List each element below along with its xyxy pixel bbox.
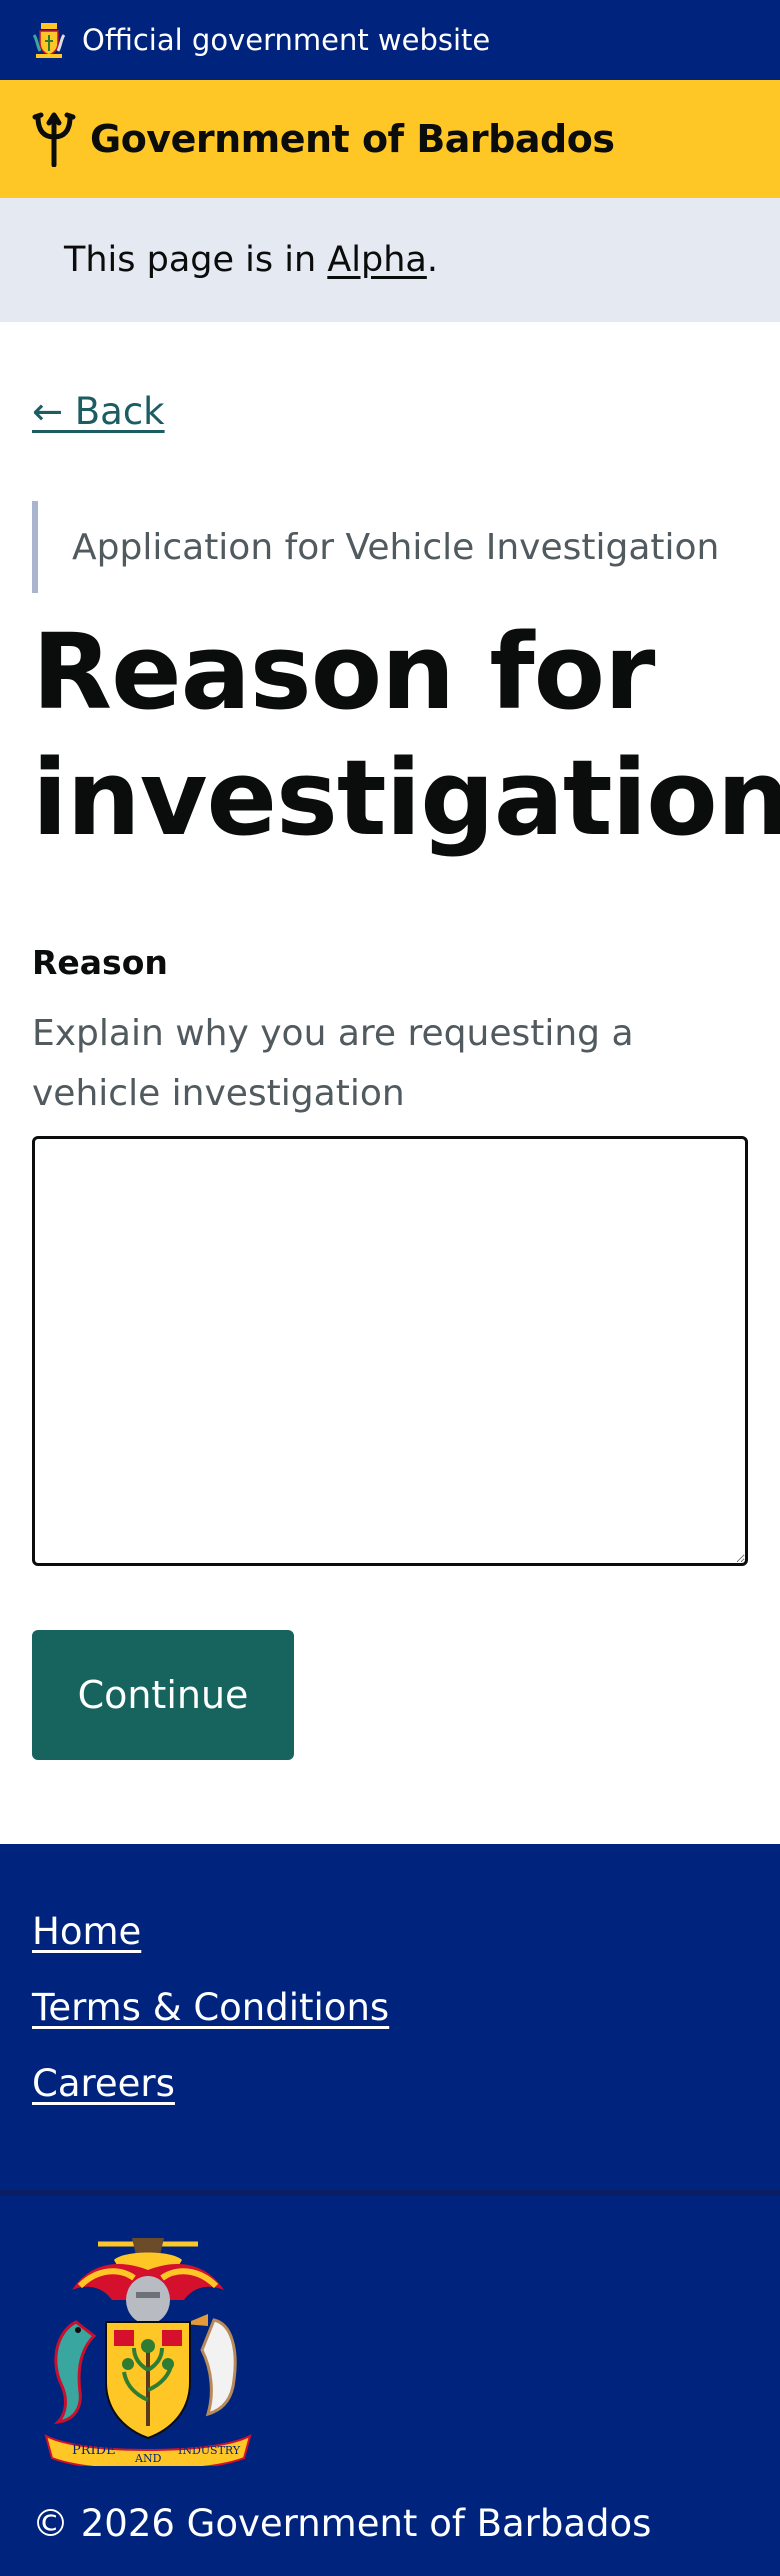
brand-home-link[interactable]: Government of Barbados <box>90 117 615 161</box>
brand-bar: Government of Barbados <box>0 80 780 198</box>
reason-textarea[interactable] <box>32 1136 748 1566</box>
phase-prefix: This page is in <box>64 240 328 280</box>
back-link[interactable]: ← Back <box>32 390 165 433</box>
footer-link-careers[interactable]: Careers <box>32 2058 748 2134</box>
site-footer: Home Terms & Conditions Careers PRIDE AN… <box>0 1844 780 2576</box>
footer-link-home[interactable]: Home <box>32 1906 748 1982</box>
footer-links: Home Terms & Conditions Careers <box>0 1844 780 2190</box>
copyright-text: © 2026 Government of Barbados <box>32 2502 652 2545</box>
phase-suffix: . <box>426 240 438 280</box>
official-banner-text: Official government website <box>82 23 491 57</box>
form-caption: Application for Vehicle Investigation <box>72 526 720 568</box>
official-banner: Official government website <box>0 0 780 80</box>
phase-alpha-link[interactable]: Alpha <box>327 240 427 280</box>
footer-bottom: PRIDE AND INDUSTRY © 2026 Government of … <box>0 2196 780 2576</box>
form-caption-block: Application for Vehicle Investigation <box>32 501 748 593</box>
motto-and: AND <box>134 2452 162 2465</box>
motto-pride: PRIDE <box>72 2443 116 2458</box>
reason-hint: Explain why you are requesting a vehicle… <box>32 1013 634 1114</box>
continue-button[interactable]: Continue <box>32 1630 294 1760</box>
motto-industry: INDUSTRY <box>178 2444 241 2457</box>
site-header: Official government website Government o… <box>0 0 780 322</box>
phase-banner: This page is in Alpha. <box>0 198 780 322</box>
reason-label: Reason <box>32 943 168 982</box>
page-title: Reason for investigation <box>32 611 780 859</box>
coat-of-arms-logo: PRIDE AND INDUSTRY <box>44 2238 252 2466</box>
coat-of-arms-icon <box>32 23 66 58</box>
footer-link-terms[interactable]: Terms & Conditions <box>32 1982 748 2058</box>
main-content: ← Back Application for Vehicle Investiga… <box>0 322 780 1760</box>
trident-icon <box>32 112 76 167</box>
